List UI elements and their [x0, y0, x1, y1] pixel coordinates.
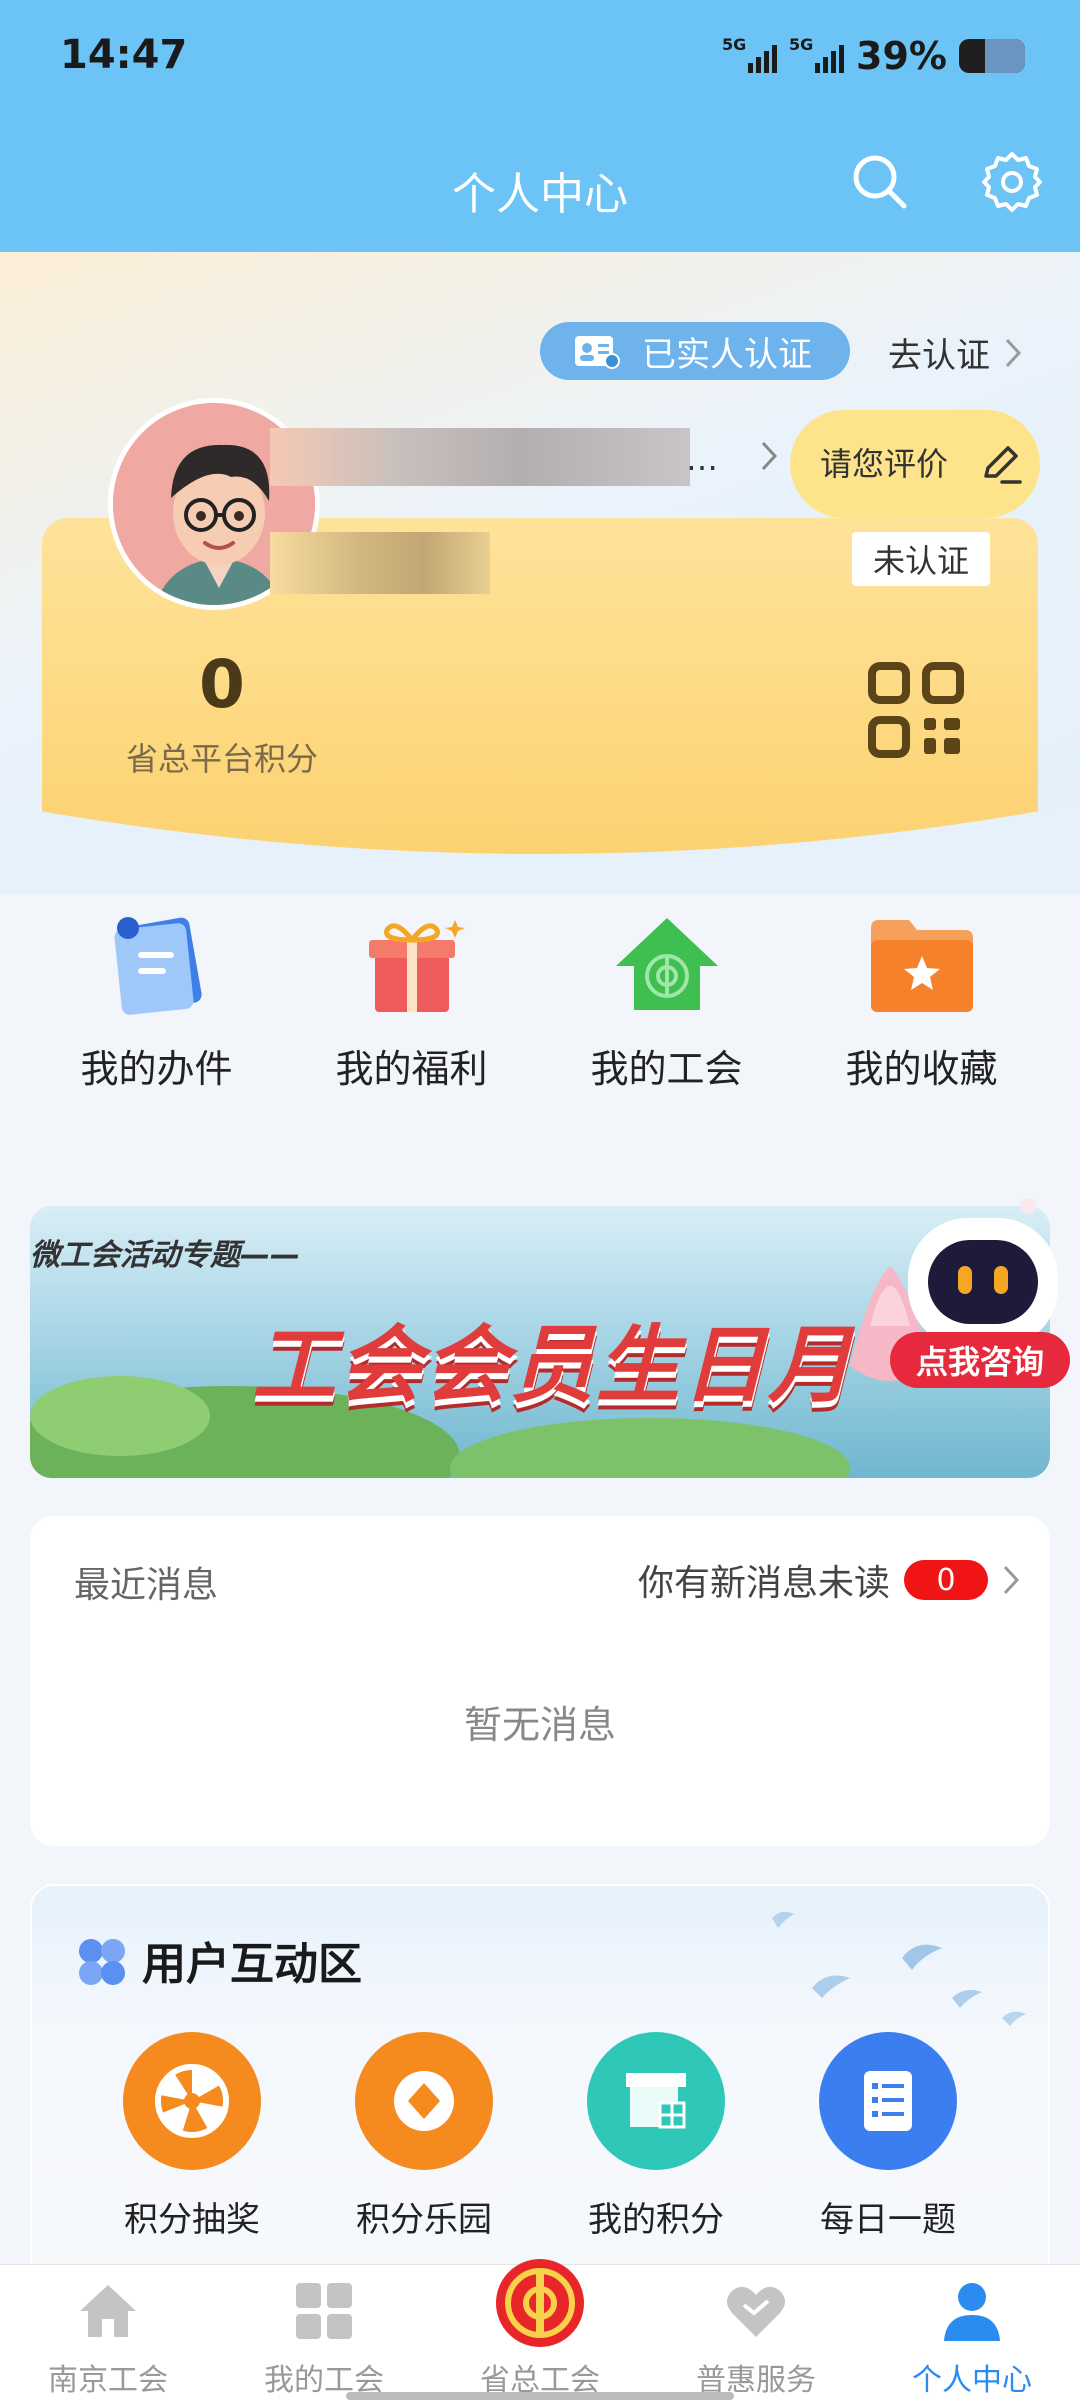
id-card-icon	[575, 336, 620, 369]
interaction-title: 用户互动区	[142, 1939, 362, 1990]
search-icon[interactable]	[848, 150, 912, 214]
quick-item-label: 我的收藏	[845, 1047, 998, 1091]
folder-star-icon	[870, 920, 973, 1012]
battery-icon	[959, 39, 1025, 73]
go-verify-link[interactable]: 去认证	[888, 328, 1022, 377]
heart-icon	[727, 2286, 785, 2337]
signal-icon: 5G	[722, 35, 778, 73]
user-unit-blurred	[270, 532, 490, 594]
unread-text: 你有新消息未读	[637, 1563, 890, 1604]
qr-code-icon[interactable]	[868, 662, 964, 758]
messages-title: 最近消息	[74, 1565, 219, 1606]
user-name-blurred	[270, 428, 690, 486]
consult-button[interactable]: 点我咨询	[890, 1332, 1070, 1388]
status-time: 14:47	[60, 32, 188, 78]
tab-label: 南京工会	[48, 2363, 168, 2398]
quick-item-label: 我的办件	[80, 1047, 233, 1091]
signal-icon: 5G	[789, 35, 845, 73]
interaction-item-label: 积分乐园	[356, 2200, 492, 2240]
messages-card: 最近消息 你有新消息未读 0 暂无消息	[30, 1516, 1050, 1846]
home-indicator[interactable]	[346, 2392, 734, 2400]
tab-benefit-services[interactable]: 普惠服务	[648, 2265, 864, 2400]
my-points-circle	[587, 2032, 725, 2170]
tab-nanjing-union[interactable]: 南京工会	[0, 2265, 216, 2400]
interaction-zone: 用户互动区 积分抽奖 积分乐园 我的积分 每日一题	[30, 1884, 1050, 2304]
bottom-tab-bar: 南京工会 我的工会 省总工会 普惠服务 个人中心	[0, 2259, 1080, 2400]
chevron-right-icon	[1005, 338, 1022, 367]
quick-item-my-benefits[interactable]: 我的福利	[284, 910, 539, 1093]
quiz-icon	[864, 2071, 912, 2131]
banner-subtitle: 微工会活动专题——	[30, 1238, 300, 1273]
tab-personal-center[interactable]: 个人中心	[864, 2265, 1080, 2400]
points-value[interactable]: 0	[112, 646, 332, 723]
document-icon	[113, 917, 202, 1015]
tab-provincial-union[interactable]: 省总工会	[432, 2259, 648, 2400]
grid-icon	[296, 2283, 352, 2339]
coin-icon	[394, 2071, 454, 2131]
unread-messages-link[interactable]: 你有新消息未读 0	[638, 1554, 1020, 1606]
tab-my-union[interactable]: 我的工会	[216, 2265, 432, 2400]
chevron-right-icon	[1003, 1565, 1020, 1595]
store-icon	[626, 2073, 686, 2129]
union-house-icon	[615, 918, 718, 1010]
person-icon	[944, 2283, 1000, 2341]
page-title: 个人中心	[452, 169, 628, 220]
verified-badge[interactable]: 已实人认证	[540, 322, 850, 380]
top-header: 14:47 5G 5G 39% 个人中心	[0, 0, 1080, 252]
status-bar-icons: 5G 5G 39%	[722, 34, 1025, 78]
verified-label: 已实人认证	[642, 334, 812, 375]
quick-item-label: 我的工会	[590, 1047, 743, 1091]
my-points[interactable]: 我的积分	[556, 2032, 756, 2241]
park-circle	[355, 2032, 493, 2170]
points-label: 省总平台积分	[125, 740, 318, 778]
lottery-circle	[123, 2032, 261, 2170]
interaction-item-label: 每日一题	[820, 2200, 956, 2240]
chevron-right-icon[interactable]	[760, 440, 778, 472]
messages-empty-state: 暂无消息	[463, 1703, 616, 1747]
clover-icon	[79, 1939, 125, 1985]
tab-label: 个人中心	[912, 2363, 1032, 2398]
points-lottery[interactable]: 积分抽奖	[92, 2032, 292, 2241]
birds-decoration	[772, 1911, 1026, 2026]
quick-item-label: 我的福利	[335, 1047, 488, 1091]
quick-item-my-union[interactable]: 我的工会	[539, 910, 794, 1093]
interaction-item-label: 我的积分	[588, 2200, 724, 2240]
user-name-ellipsis: …	[686, 440, 718, 478]
home-icon	[80, 2285, 136, 2337]
wheel-icon	[155, 2064, 229, 2138]
quick-entries: 我的办件 我的福利 我的工会 我的收藏	[0, 910, 1080, 1110]
union-emblem-icon	[496, 2259, 584, 2347]
battery-percent: 39%	[856, 34, 947, 78]
edit-pen-icon	[984, 446, 1022, 484]
rate-label: 请您评价	[820, 445, 949, 483]
daily-question[interactable]: 每日一题	[788, 2032, 988, 2241]
rate-button[interactable]: 请您评价	[790, 410, 1040, 518]
interaction-item-label: 积分抽奖	[124, 2200, 260, 2240]
go-verify-label: 去认证	[888, 336, 990, 376]
banner-title: 工会会员生日月	[252, 1316, 855, 1414]
daily-question-circle	[819, 2032, 957, 2170]
points-park[interactable]: 积分乐园	[324, 2032, 524, 2241]
card-curve	[0, 804, 1080, 894]
unverified-badge: 未认证	[852, 532, 990, 586]
unread-count-badge: 0	[904, 1560, 988, 1600]
quick-item-my-favorites[interactable]: 我的收藏	[794, 910, 1049, 1093]
gear-icon[interactable]	[980, 150, 1044, 214]
quick-item-my-affairs[interactable]: 我的办件	[29, 910, 284, 1093]
gift-icon	[368, 920, 465, 1012]
